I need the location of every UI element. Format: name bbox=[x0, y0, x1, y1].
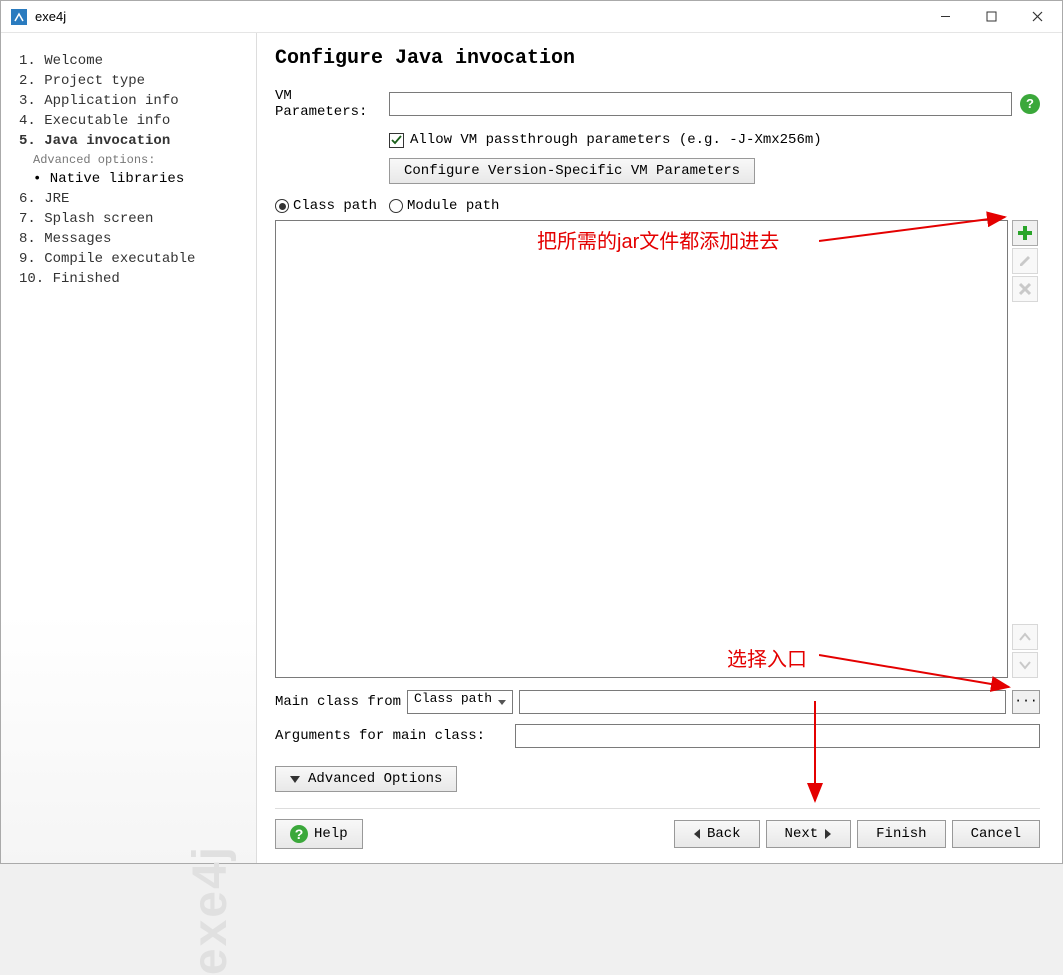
wizard-sidebar: 1. Welcome 2. Project type 3. Applicatio… bbox=[1, 33, 257, 863]
advanced-options-button[interactable]: Advanced Options bbox=[275, 766, 457, 792]
next-button[interactable]: Next bbox=[766, 820, 852, 848]
app-window: exe4j 1. Welcome 2. Project type 3. Appl… bbox=[0, 0, 1063, 864]
main-class-label: Main class from bbox=[275, 694, 401, 710]
allow-passthrough-label: Allow VM passthrough parameters (e.g. -J… bbox=[410, 132, 822, 148]
triangle-down-icon bbox=[290, 776, 300, 783]
help-icon: ? bbox=[290, 825, 308, 843]
radio-classpath[interactable]: Class path bbox=[275, 198, 377, 214]
step-splash-screen[interactable]: 7. Splash screen bbox=[19, 209, 246, 229]
main-class-input[interactable] bbox=[519, 690, 1006, 714]
triangle-left-icon bbox=[693, 829, 701, 839]
classpath-list[interactable] bbox=[275, 220, 1008, 678]
x-icon bbox=[1018, 282, 1032, 296]
minimize-button[interactable] bbox=[922, 2, 968, 32]
window-title: exe4j bbox=[35, 9, 922, 24]
triangle-right-icon bbox=[824, 829, 832, 839]
chevron-up-icon bbox=[1018, 630, 1032, 644]
page-title: Configure Java invocation bbox=[275, 47, 1040, 70]
args-label: Arguments for main class: bbox=[275, 728, 509, 744]
step-executable-info[interactable]: 4. Executable info bbox=[19, 111, 246, 131]
radio-dot-icon bbox=[275, 199, 289, 213]
edit-classpath-button[interactable] bbox=[1012, 248, 1038, 274]
step-java-invocation[interactable]: 5. Java invocation bbox=[19, 131, 246, 151]
pencil-icon bbox=[1018, 254, 1032, 268]
cancel-button[interactable]: Cancel bbox=[952, 820, 1040, 848]
step-welcome[interactable]: 1. Welcome bbox=[19, 51, 246, 71]
allow-passthrough-checkbox[interactable] bbox=[389, 133, 404, 148]
main-panel: Configure Java invocation VM Parameters:… bbox=[257, 33, 1062, 863]
step-application-info[interactable]: 3. Application info bbox=[19, 91, 246, 111]
step-finished[interactable]: 10. Finished bbox=[19, 269, 246, 289]
app-icon bbox=[11, 9, 27, 25]
step-jre[interactable]: 6. JRE bbox=[19, 189, 246, 209]
vm-parameters-input[interactable] bbox=[389, 92, 1012, 116]
args-input[interactable] bbox=[515, 724, 1040, 748]
configure-version-vm-button[interactable]: Configure Version-Specific VM Parameters bbox=[389, 158, 755, 184]
delete-classpath-button[interactable] bbox=[1012, 276, 1038, 302]
move-down-button[interactable] bbox=[1012, 652, 1038, 678]
plus-icon bbox=[1017, 225, 1033, 241]
help-icon[interactable]: ? bbox=[1020, 94, 1040, 114]
step-compile-executable[interactable]: 9. Compile executable bbox=[19, 249, 246, 269]
step-messages[interactable]: 8. Messages bbox=[19, 229, 246, 249]
wizard-footer: ? Help Back Next Finish Cancel bbox=[275, 808, 1040, 849]
substep-native-libraries[interactable]: • Native libraries bbox=[19, 169, 246, 189]
radio-dot-icon bbox=[389, 199, 403, 213]
finish-button[interactable]: Finish bbox=[857, 820, 945, 848]
browse-main-class-button[interactable]: ··· bbox=[1012, 690, 1040, 714]
main-class-from-select[interactable]: Class path bbox=[407, 690, 513, 714]
step-project-type[interactable]: 2. Project type bbox=[19, 71, 246, 91]
close-button[interactable] bbox=[1014, 2, 1060, 32]
back-button[interactable]: Back bbox=[674, 820, 760, 848]
help-button[interactable]: ? Help bbox=[275, 819, 363, 849]
titlebar: exe4j bbox=[1, 1, 1062, 33]
vm-parameters-label: VM Parameters: bbox=[275, 88, 389, 120]
chevron-down-icon bbox=[1018, 658, 1032, 672]
add-classpath-button[interactable] bbox=[1012, 220, 1038, 246]
watermark: exe4j bbox=[183, 845, 238, 975]
substep-header: Advanced options: bbox=[19, 151, 246, 169]
radio-modulepath[interactable]: Module path bbox=[389, 198, 499, 214]
maximize-button[interactable] bbox=[968, 2, 1014, 32]
move-up-button[interactable] bbox=[1012, 624, 1038, 650]
